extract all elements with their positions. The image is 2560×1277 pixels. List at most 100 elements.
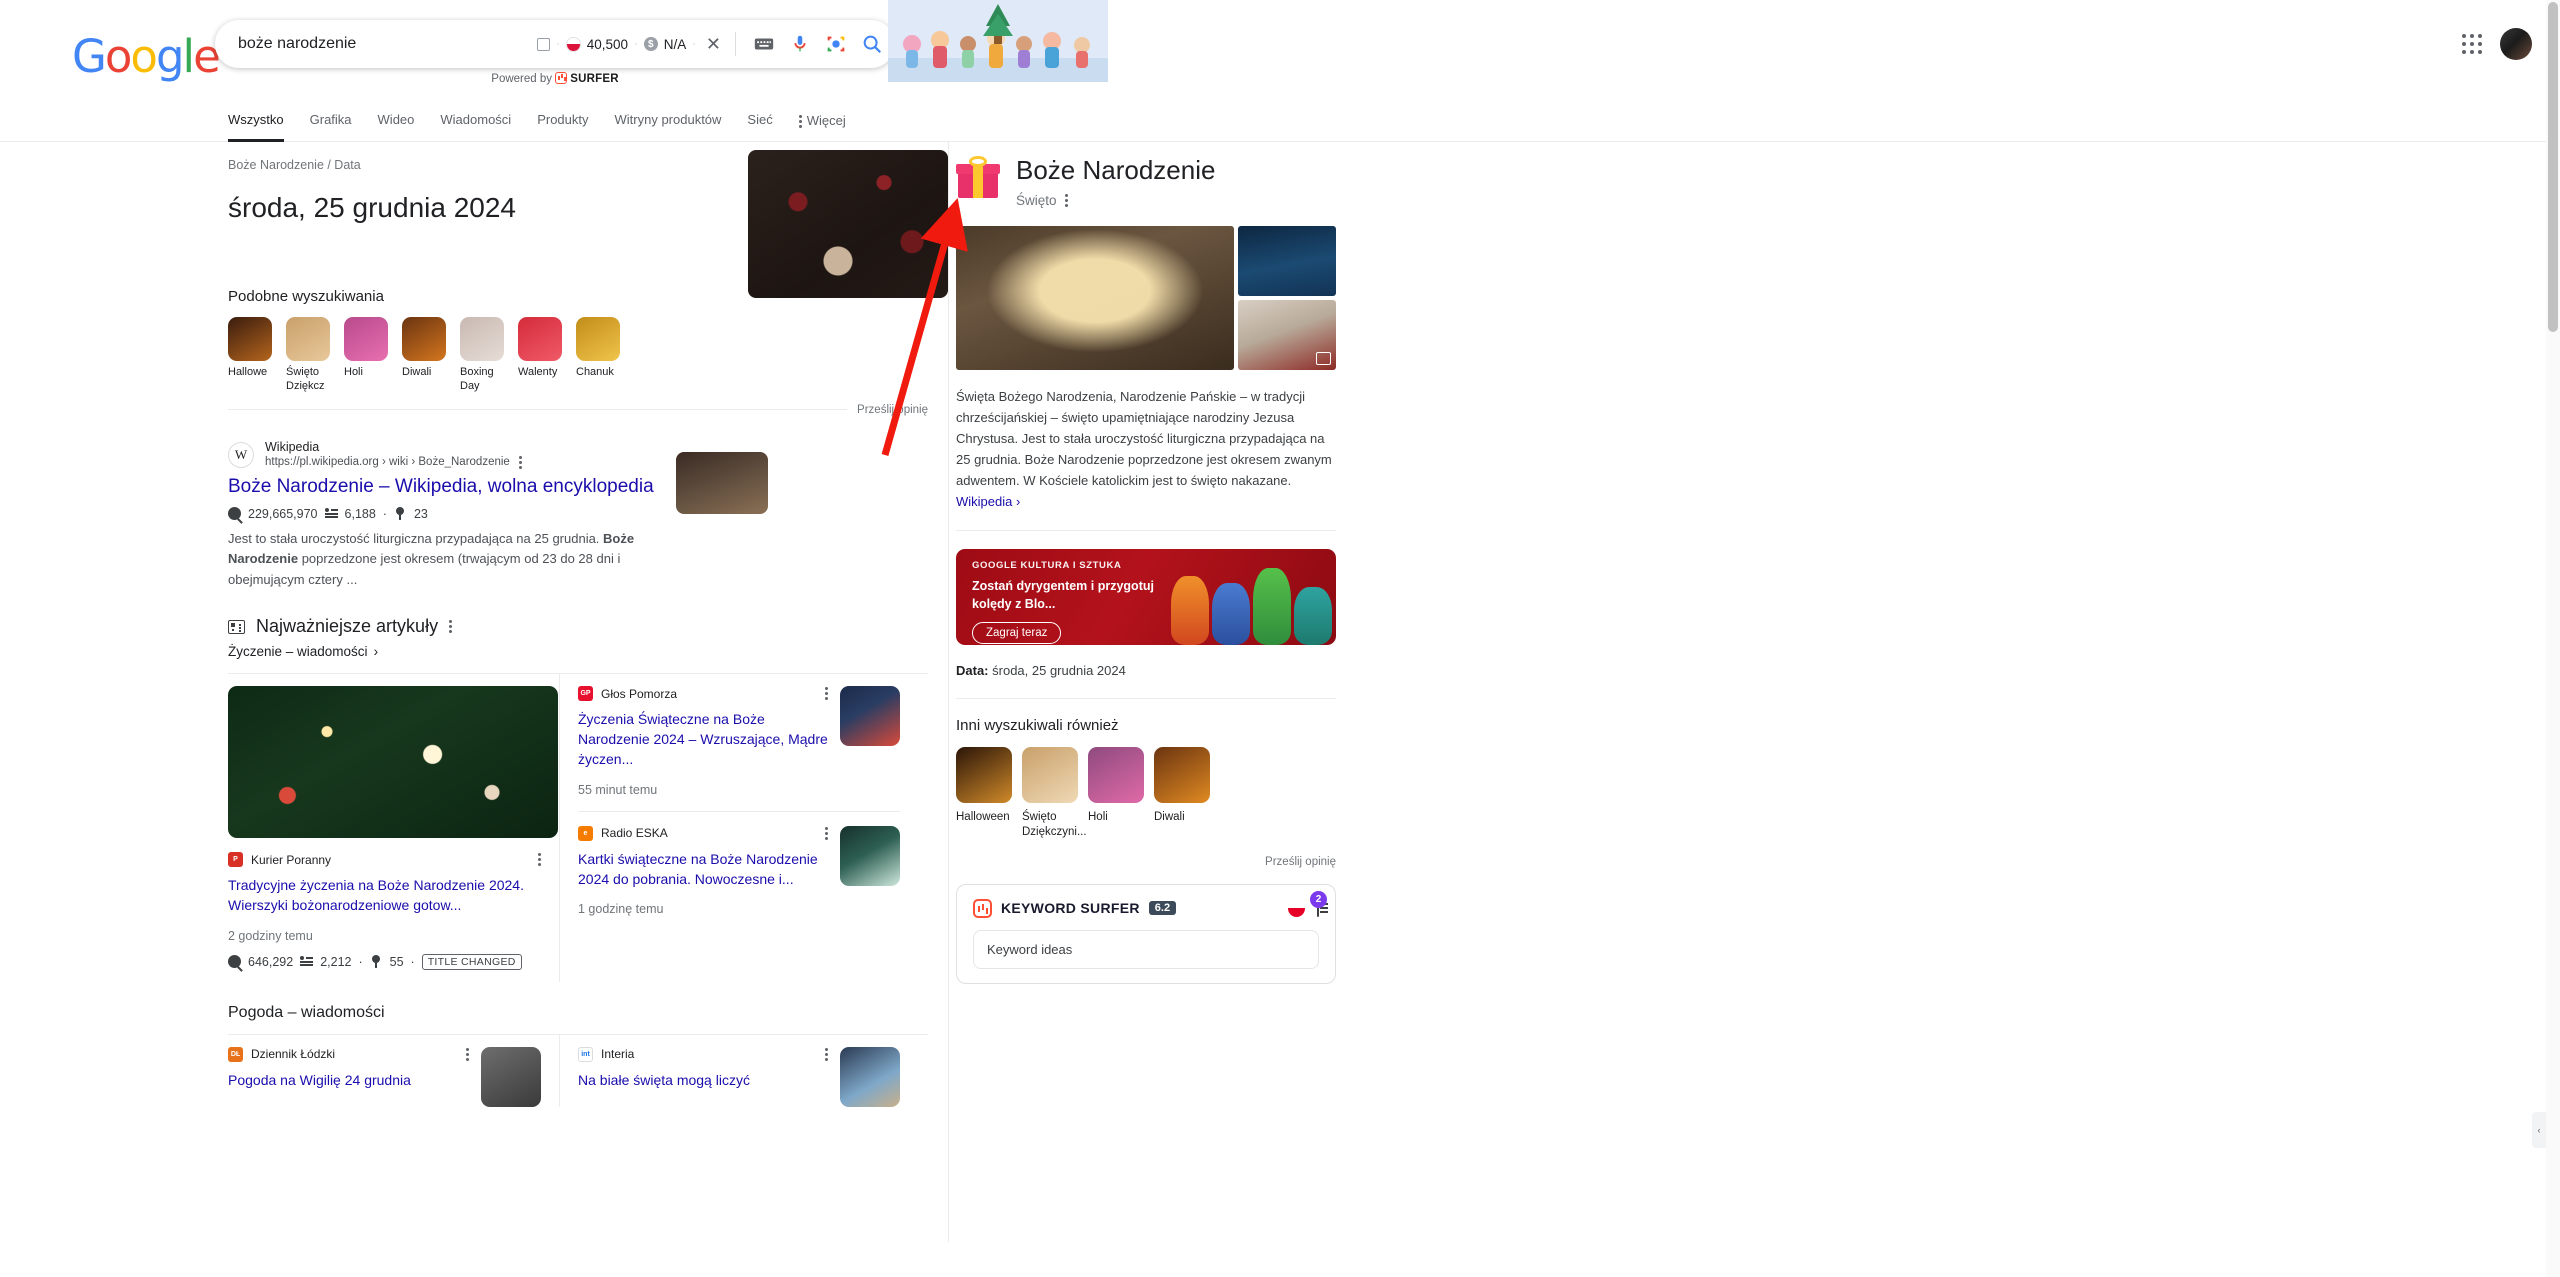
search-input[interactable]: boże narodzenie: [238, 35, 356, 53]
traffic-icon: [228, 955, 241, 969]
similar-item-boxing-day[interactable]: Boxing Day: [460, 317, 504, 394]
keyword-surfer-widget-controls: 2: [1288, 891, 1327, 918]
story-time: 1 godzinę temu: [578, 902, 664, 917]
keyword-count-icon: [370, 955, 383, 969]
top-stories-options-icon[interactable]: [449, 620, 453, 634]
lantern-decoration-image[interactable]: [1238, 299, 1336, 370]
divider: [956, 529, 1336, 531]
tab-siec[interactable]: Sieć: [747, 100, 772, 142]
search-tabs: Wszystko Grafika Wideo Wiadomości Produk…: [0, 100, 2560, 142]
also-item-diwali[interactable]: Diwali: [1154, 746, 1210, 840]
knowledge-panel-fact-date: Data: środa, 25 grudnia 2024: [956, 663, 1336, 678]
story-thumbnail[interactable]: [840, 686, 900, 747]
status-badge: TITLE CHANGED: [421, 953, 522, 970]
close-icon[interactable]: ✕: [702, 34, 725, 55]
google-lens-icon[interactable]: [818, 26, 854, 62]
tab-witryny-produktow[interactable]: Witryny produktów: [615, 100, 722, 142]
tab-wideo[interactable]: Wideo: [378, 100, 415, 142]
top-stories-subheading[interactable]: Życzenie – wiadomości ›: [228, 644, 928, 659]
result-title[interactable]: Boże Narodzenie – Wikipedia, wolna encyk…: [228, 476, 928, 498]
google-doodle[interactable]: [888, 0, 1108, 82]
promo-play-button[interactable]: Zagraj teraz: [972, 622, 1062, 645]
winter-night-image[interactable]: [1238, 225, 1336, 296]
story-thumbnail[interactable]: [481, 1046, 541, 1107]
top-story-featured: P Kurier Poranny Tradycyjne życzenia na …: [228, 674, 560, 982]
user-avatar[interactable]: [2500, 28, 2532, 60]
also-item-halloween[interactable]: Halloween: [956, 746, 1012, 840]
wikipedia-source-link[interactable]: Wikipedia ›: [956, 494, 1020, 509]
story-options-icon[interactable]: [825, 826, 828, 840]
snippet-part-1: Jest to stała uroczystość liturgiczna pr…: [228, 530, 604, 546]
similar-item-hallowe[interactable]: Hallowe: [228, 317, 272, 394]
story-time: 2 godziny temu: [228, 928, 313, 943]
keyword-surfer-checkbox[interactable]: [537, 37, 551, 51]
similar-item-label: Boxing Day: [460, 366, 494, 392]
vertical-scrollbar[interactable]: [2546, 0, 2560, 1277]
similar-thumb-image: [402, 317, 446, 361]
also-thumb-image: [1022, 746, 1078, 803]
similar-thumb-image: [228, 317, 272, 361]
poland-flag-icon[interactable]: [1288, 899, 1305, 917]
weather-news-heading: Pogoda – wiadomości: [228, 1003, 385, 1021]
keyword-count-icon: [394, 507, 407, 520]
keyboard-icon[interactable]: [746, 26, 782, 62]
story-thumbnail[interactable]: [840, 825, 900, 886]
divider: [956, 697, 1336, 699]
nativity-scene-image[interactable]: [956, 225, 1234, 370]
traffic-value: 646,292: [248, 954, 294, 969]
similar-item-holi[interactable]: Holi: [344, 317, 388, 394]
tab-wszystko[interactable]: Wszystko: [228, 100, 284, 142]
microphone-icon[interactable]: [782, 26, 818, 62]
apps-grid-icon[interactable]: [2462, 34, 2482, 54]
word-count-value: 6,188: [344, 506, 376, 521]
google-logo[interactable]: Google: [72, 30, 221, 83]
divider: [578, 810, 900, 812]
similar-item-chanuk[interactable]: Chanuk: [576, 317, 620, 394]
organic-result-wikipedia: W Wikipedia https://pl.wikipedia.org › w…: [228, 440, 928, 591]
tab-grafika[interactable]: Grafika: [310, 100, 352, 142]
tab-produkty[interactable]: Produkty: [537, 100, 588, 142]
knowledge-panel-options-icon[interactable]: [1064, 193, 1068, 207]
also-thumb-image: [1088, 746, 1144, 803]
also-item-holi[interactable]: Holi: [1088, 746, 1144, 840]
top-stories-heading: Najważniejsze artykuły: [256, 616, 439, 637]
result-options-icon[interactable]: [519, 455, 523, 469]
story-options-icon[interactable]: [538, 853, 541, 867]
also-item-swieto-dziekczynienia[interactable]: Święto Dziękczyni...: [1022, 746, 1087, 840]
story-source-row: int Interia: [578, 1046, 828, 1062]
similar-item-diwali[interactable]: Diwali: [402, 317, 446, 394]
story-title[interactable]: Kartki świąteczne na Boże Narodzenie 202…: [578, 850, 828, 890]
similar-searches-row: Hallowe Święto Dziękcz Holi Diwali Boxin…: [228, 317, 928, 394]
top-stories-header: Najważniejsze artykuły: [228, 616, 928, 637]
story-title[interactable]: Życzenia Świąteczne na Boże Narodzenie 2…: [578, 710, 828, 770]
story-thumbnail[interactable]: [840, 1046, 900, 1107]
story-options-icon[interactable]: [825, 1047, 828, 1061]
knowledge-panel-feedback-link[interactable]: Prześlij opinię: [956, 856, 1336, 868]
side-panel-toggle[interactable]: ‹: [2532, 1112, 2546, 1148]
story-title[interactable]: Tradycyjne życzenia na Boże Narodzenie 2…: [228, 876, 541, 916]
result-url: https://pl.wikipedia.org › wiki › Boże_N…: [265, 455, 523, 469]
similar-feedback-link[interactable]: Prześlij opinię: [857, 404, 928, 416]
tab-wiecej[interactable]: Więcej: [798, 100, 846, 142]
search-icon[interactable]: [854, 26, 890, 62]
scrollbar-thumb[interactable]: [2548, 2, 2558, 332]
similar-thumb-image: [518, 317, 562, 361]
search-bar[interactable]: boże narodzenie · 40,500 · $ N/A · ✕: [215, 20, 895, 68]
featured-story-image[interactable]: [228, 686, 558, 839]
keyword-surfer-inline-metrics: · 40,500 · $ N/A · ✕: [537, 34, 725, 55]
story-options-icon[interactable]: [825, 687, 828, 701]
google-arts-culture-promo[interactable]: GOOGLE KULTURA I SZTUKA Zostań dyrygente…: [956, 548, 1336, 645]
also-item-label: Święto Dziękczyni...: [1022, 810, 1087, 838]
fact-value: środa, 25 grudnia 2024: [992, 662, 1126, 678]
similar-item-walenty[interactable]: Walenty: [518, 317, 562, 394]
tab-wiadomosci[interactable]: Wiadomości: [440, 100, 511, 142]
story-title[interactable]: Pogoda na Wigilię 24 grudnia: [228, 1071, 469, 1091]
knowledge-panel-header: Boże Narodzenie Święto: [956, 156, 1336, 208]
similar-item-swieto-dziekcz[interactable]: Święto Dziękcz: [286, 317, 330, 394]
story-options-icon[interactable]: [466, 1047, 469, 1061]
description-text: Święta Bożego Narodzenia, Narodzenie Pań…: [956, 388, 1332, 488]
story-time: 55 minut temu: [578, 782, 658, 797]
surfer-brand-label: SURFER: [570, 73, 619, 85]
top-stories-grid: P Kurier Poranny Tradycyjne życzenia na …: [228, 673, 928, 982]
story-title[interactable]: Na białe święta mogą liczyć: [578, 1071, 828, 1091]
